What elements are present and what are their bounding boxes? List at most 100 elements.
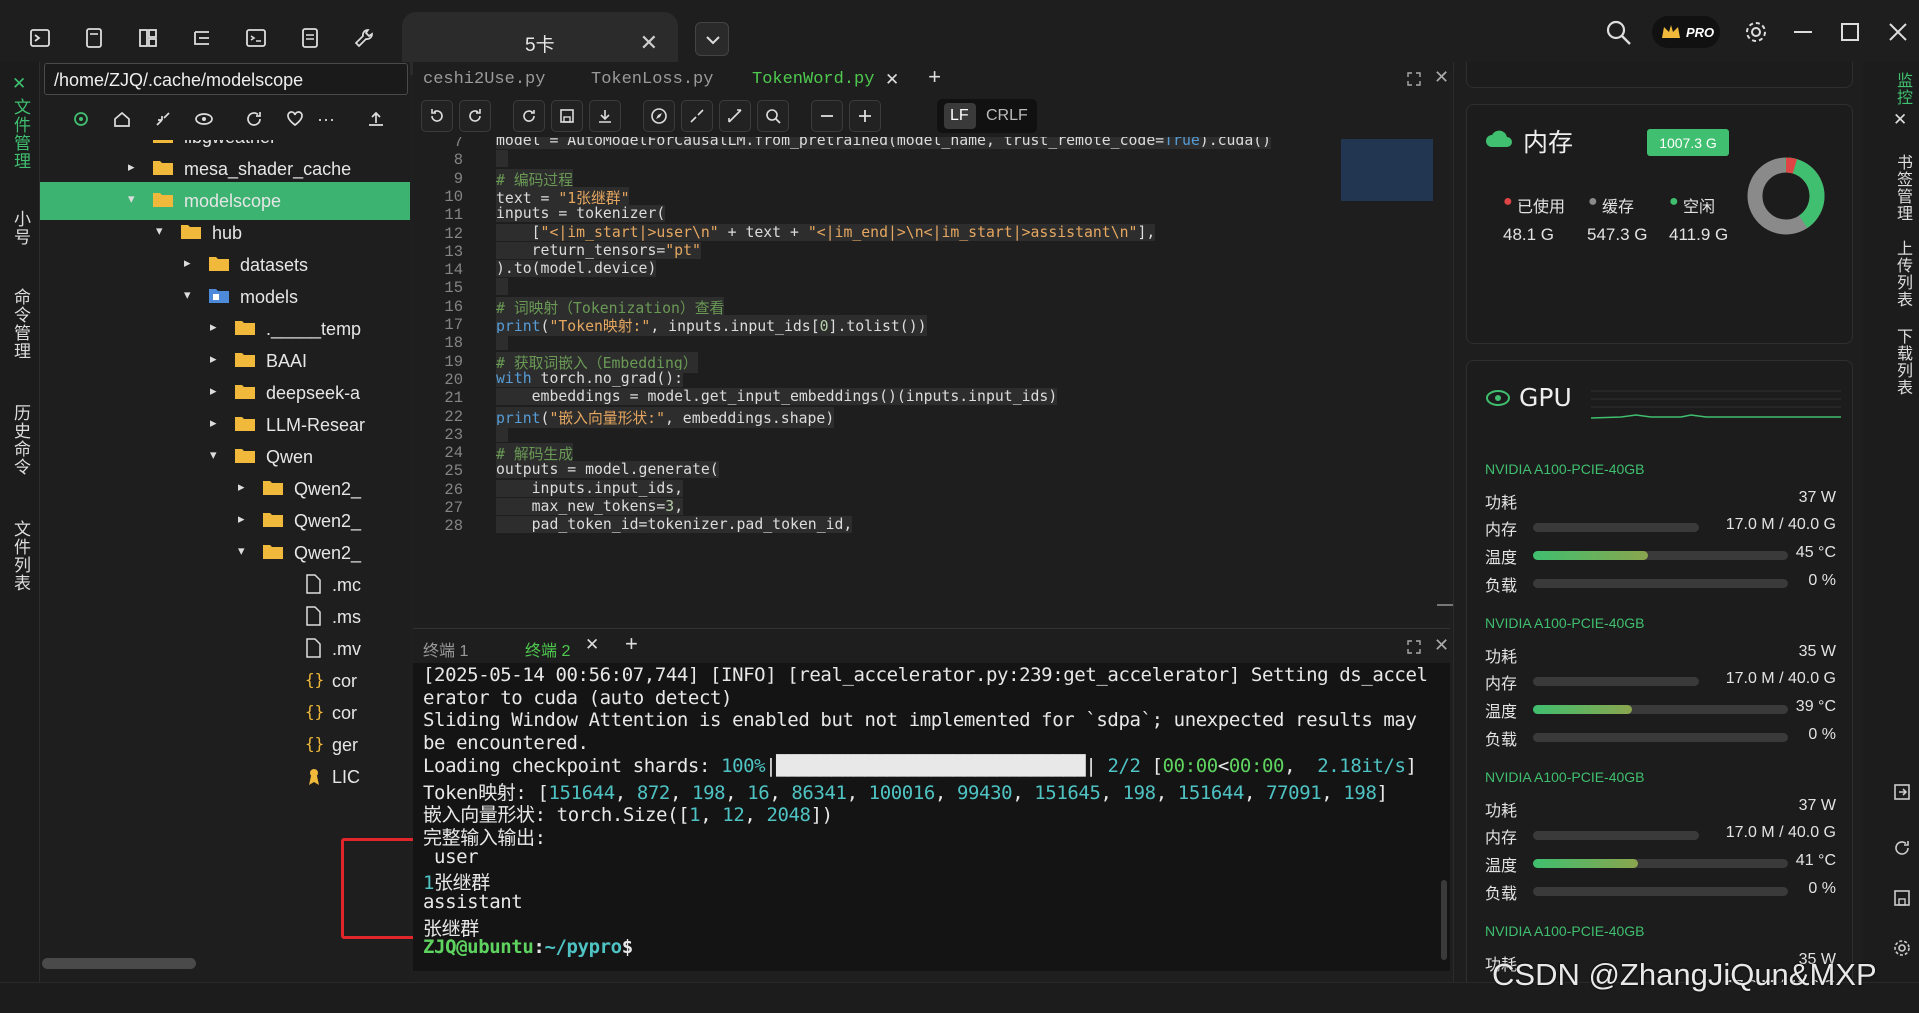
- collapse-icon[interactable]: [147, 102, 179, 136]
- close-icon[interactable]: ✕: [1434, 635, 1449, 656]
- undo-icon[interactable]: [421, 100, 453, 132]
- tab-dropdown-button[interactable]: [695, 22, 729, 56]
- chevron-down-icon[interactable]: ▾: [238, 543, 245, 559]
- tab-terminal-2[interactable]: 终端 2: [525, 637, 570, 661]
- chevron-down-icon[interactable]: ▾: [184, 287, 191, 303]
- rail-history[interactable]: 历史命令: [8, 404, 33, 476]
- chevron-down-icon[interactable]: ▾: [128, 191, 135, 207]
- chevron-right-icon[interactable]: ▸: [238, 511, 245, 527]
- code-line[interactable]: [496, 150, 508, 168]
- window-close-icon[interactable]: [1886, 18, 1910, 46]
- rail-file-list[interactable]: 文件列表: [8, 520, 33, 592]
- terminal-scrollbar[interactable]: [1441, 880, 1447, 960]
- pro-badge[interactable]: PRO: [1652, 16, 1720, 48]
- save-icon[interactable]: [551, 100, 583, 132]
- tree-item[interactable]: LIC: [40, 758, 410, 796]
- tab-tokenloss[interactable]: TokenLoss.py: [591, 70, 713, 89]
- close-icon[interactable]: ✕: [585, 635, 599, 655]
- code-minimap[interactable]: [1341, 139, 1433, 201]
- reload-icon[interactable]: [513, 100, 545, 132]
- tab-ceshi2use[interactable]: ceshi2Use.py: [423, 70, 545, 89]
- expand-icon[interactable]: [719, 100, 751, 132]
- rail-command-manager[interactable]: 命令管理: [8, 288, 33, 360]
- wrench-icon[interactable]: [348, 22, 380, 54]
- code-editor[interactable]: 7 model = AutoModelForCausalLM.from_pretr…: [413, 137, 1450, 624]
- code-line[interactable]: with torch.no_grad():: [496, 369, 684, 387]
- terminal-icon[interactable]: [24, 22, 56, 54]
- code-line[interactable]: max_new_tokens=3,: [496, 498, 684, 515]
- lf-button[interactable]: LF: [944, 103, 976, 129]
- chevron-right-icon[interactable]: ▸: [238, 479, 245, 495]
- crlf-button[interactable]: CRLF: [986, 107, 1028, 125]
- compass-icon[interactable]: [643, 100, 675, 132]
- chevron-right-icon[interactable]: ▸: [210, 351, 217, 367]
- path-input[interactable]: /home/ZJQ/.cache/modelscope: [44, 63, 408, 95]
- eye-icon[interactable]: [188, 102, 220, 136]
- close-icon[interactable]: ✕: [12, 74, 26, 94]
- document-icon[interactable]: [78, 22, 110, 54]
- zoom-out-icon[interactable]: [811, 100, 843, 132]
- minimize-icon[interactable]: [1791, 18, 1815, 46]
- expand-icon[interactable]: [1406, 71, 1422, 87]
- zoom-in-icon[interactable]: [849, 100, 881, 132]
- chevron-right-icon[interactable]: ▸: [210, 415, 217, 431]
- chevron-down-icon[interactable]: ▾: [156, 223, 163, 239]
- refresh-icon[interactable]: [238, 102, 270, 136]
- rail-file-manager[interactable]: 文件管理: [8, 98, 33, 170]
- chevron-right-icon[interactable]: ▸: [128, 140, 135, 143]
- console-icon[interactable]: [240, 22, 272, 54]
- code-line[interactable]: inputs.input_ids,: [496, 479, 684, 497]
- rail-tips[interactable]: 小号: [8, 210, 33, 246]
- expand-icon[interactable]: [1406, 639, 1422, 655]
- rail-upload-list[interactable]: 上传列表: [1891, 240, 1915, 308]
- code-line[interactable]: ["<|im_start|>user\n" + text + "<|im_end…: [496, 223, 1156, 241]
- rail-bookmarks[interactable]: 书签管理: [1891, 154, 1915, 222]
- code-line[interactable]: model = AutoModelForCausalLM.from_pretra…: [496, 137, 1272, 149]
- home-icon[interactable]: [106, 102, 138, 136]
- tab-tokenword[interactable]: TokenWord.py: [752, 70, 874, 89]
- more-icon[interactable]: ···: [310, 102, 342, 136]
- redo-icon[interactable]: [459, 100, 491, 132]
- layout-icon[interactable]: [132, 22, 164, 54]
- chevron-down-icon[interactable]: ▾: [210, 447, 217, 463]
- tree-icon[interactable]: [186, 22, 218, 54]
- code-line[interactable]: outputs = model.generate(: [496, 461, 719, 479]
- close-icon[interactable]: ✕: [885, 70, 899, 91]
- locate-icon[interactable]: [65, 102, 97, 136]
- gear-icon[interactable]: [1742, 18, 1770, 46]
- code-line[interactable]: ).to(model.device): [496, 260, 657, 278]
- code-line[interactable]: print("Token映射:", inputs.input_ids[0].to…: [496, 315, 927, 336]
- code-line[interactable]: [496, 424, 508, 442]
- chevron-right-icon[interactable]: ▸: [184, 255, 191, 271]
- code-line[interactable]: [496, 278, 508, 296]
- save-icon[interactable]: [1892, 888, 1912, 908]
- download-icon[interactable]: [589, 100, 621, 132]
- rail-download-list[interactable]: 下载列表: [1891, 328, 1915, 396]
- chevron-right-icon[interactable]: ▸: [210, 383, 217, 399]
- rail-monitor[interactable]: 监控: [1891, 72, 1915, 106]
- add-terminal-icon[interactable]: +: [625, 631, 638, 657]
- refresh-icon[interactable]: [1892, 838, 1912, 858]
- notebook-icon[interactable]: [294, 22, 326, 54]
- chevron-right-icon[interactable]: ▸: [210, 319, 217, 335]
- terminal-output[interactable]: [2025-05-14 00:56:07,744] [INFO] [real_a…: [413, 663, 1450, 971]
- tab-terminal-1[interactable]: 终端 1: [423, 637, 468, 661]
- heart-icon[interactable]: [279, 102, 311, 136]
- code-line[interactable]: print("嵌入向量形状:", embeddings.shape): [496, 406, 835, 428]
- gear-icon[interactable]: [1892, 938, 1912, 958]
- chevron-right-icon[interactable]: ▸: [128, 159, 135, 175]
- code-line[interactable]: pad_token_id=tokenizer.pad_token_id,: [496, 516, 853, 534]
- login-icon[interactable]: [1892, 782, 1912, 802]
- maximize-icon[interactable]: [1838, 18, 1862, 46]
- code-line[interactable]: return_tensors="pt": [496, 241, 701, 259]
- collapse-icon[interactable]: [681, 100, 713, 132]
- search-icon[interactable]: [757, 100, 789, 132]
- close-icon[interactable]: ✕: [1434, 67, 1449, 88]
- add-tab-icon[interactable]: +: [928, 66, 941, 91]
- horizontal-scrollbar[interactable]: [42, 958, 196, 969]
- code-line[interactable]: inputs = tokenizer(: [496, 205, 666, 223]
- search-icon[interactable]: [1604, 18, 1634, 48]
- code-line[interactable]: [496, 333, 508, 351]
- code-line[interactable]: embeddings = model.get_input_embeddings(…: [496, 388, 1058, 406]
- close-icon[interactable]: ✕: [1893, 110, 1907, 130]
